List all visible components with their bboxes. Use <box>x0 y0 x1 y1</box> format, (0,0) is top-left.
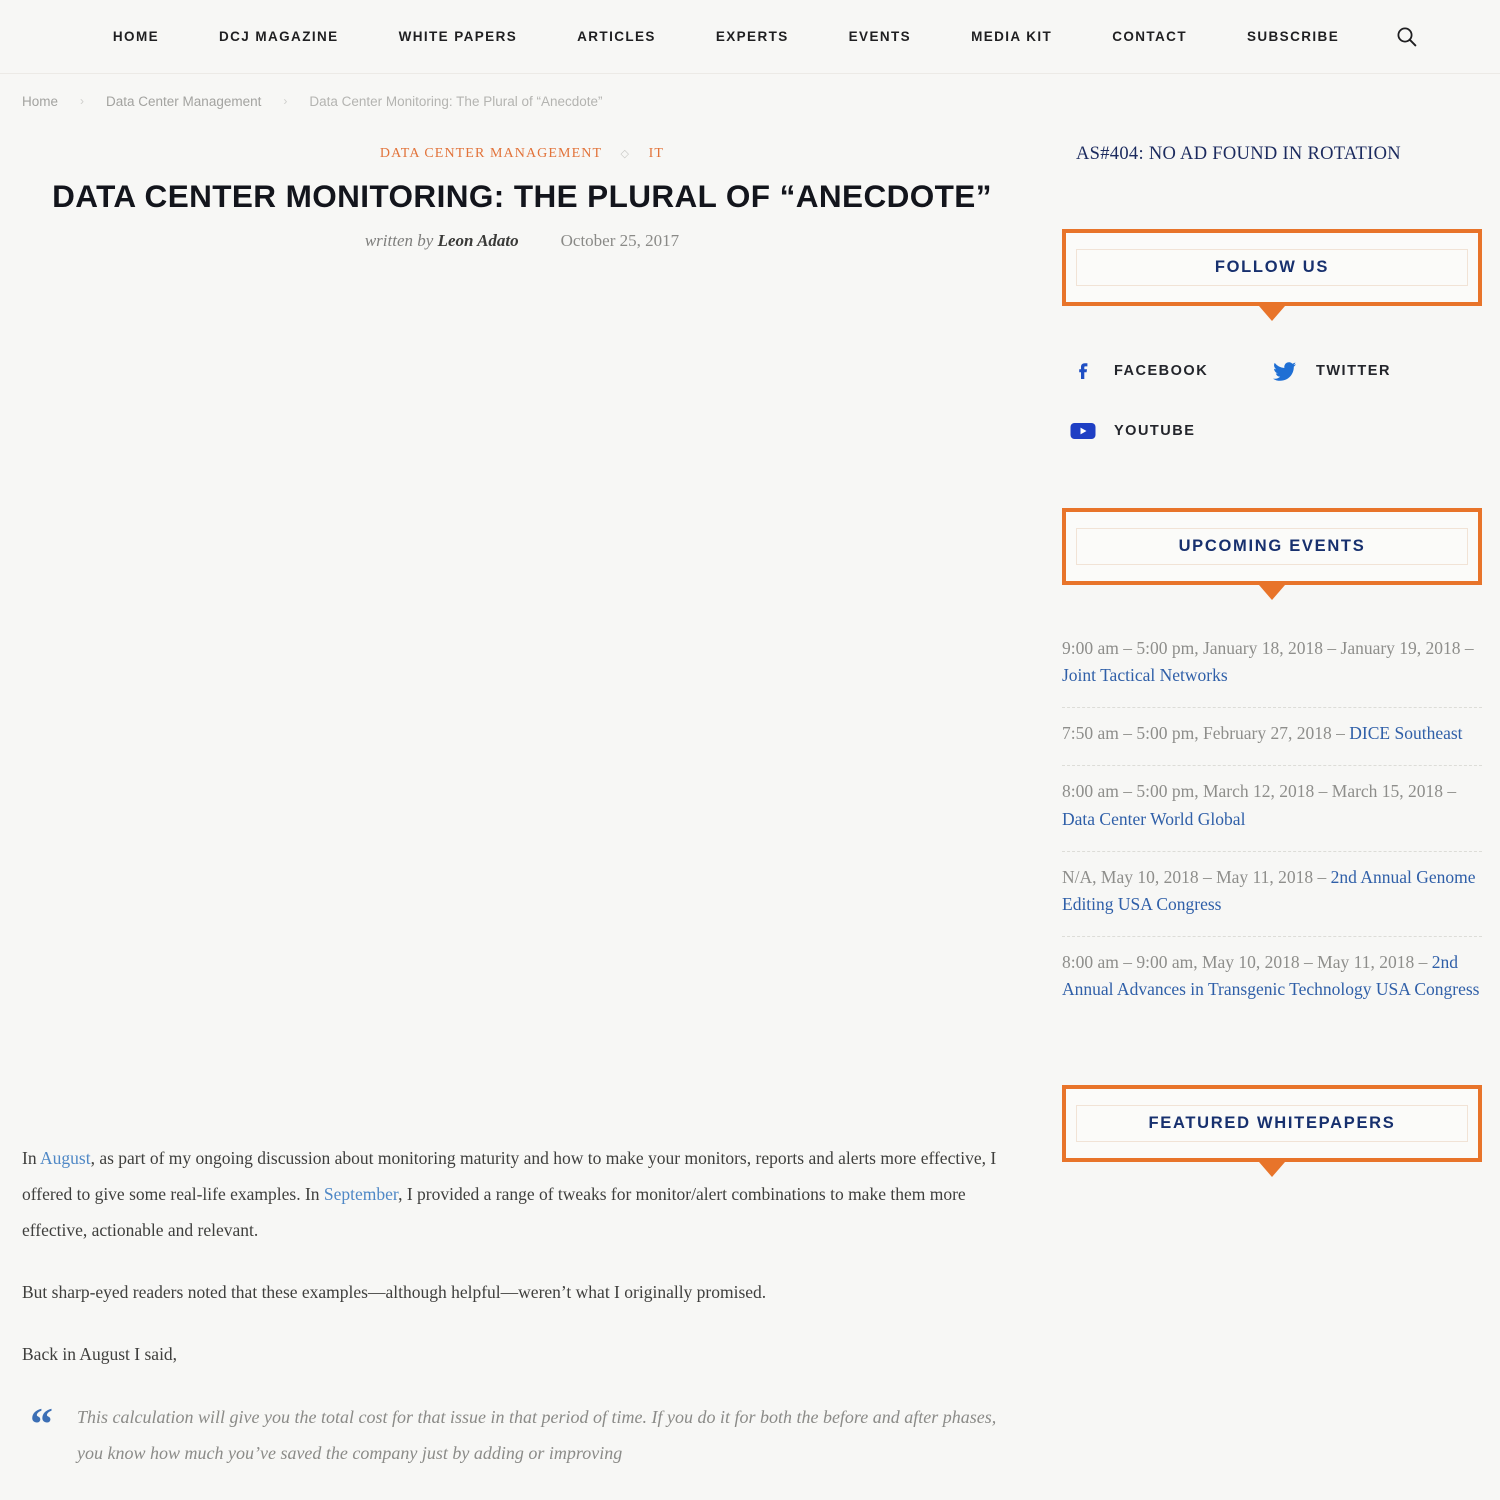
nav-list-item: EVENTS <box>819 28 941 46</box>
article-text: In <box>22 1148 40 1169</box>
event-link[interactable]: Joint Tactical Networks <box>1062 665 1228 685</box>
article-inline-link[interactable]: August <box>40 1148 91 1168</box>
events-list: 9:00 am – 5:00 pm, January 18, 2018 – Ja… <box>1062 623 1482 1021</box>
widget-header-inner: UPCOMING EVENTS <box>1076 528 1468 565</box>
nav-item-white-papers[interactable]: WHITE PAPERS <box>369 29 548 44</box>
article-body: In August, as part of my ongoing discuss… <box>22 1141 1022 1372</box>
article-paragraph: Back in August I said, <box>22 1337 1022 1373</box>
event-list-item: 8:00 am – 5:00 pm, March 12, 2018 – Marc… <box>1062 766 1482 852</box>
article-category-secondary[interactable]: IT <box>649 146 664 161</box>
widget-header: FEATURED WHITEPAPERS <box>1062 1085 1482 1163</box>
ad-slot-notice: AS#404: NO AD FOUND IN ROTATION <box>1076 144 1401 164</box>
featured-image-area <box>22 251 1022 1141</box>
category-divider-icon: ◇ <box>620 148 631 161</box>
widget-header: FOLLOW US <box>1062 229 1482 306</box>
social-label: TWITTER <box>1316 363 1391 379</box>
nav-list-item: MEDIA KIT <box>941 28 1082 46</box>
nav-list: HOME DCJ MAGAZINE WHITE PAPERS ARTICLES EXPE… <box>83 28 1369 46</box>
breadcrumb-current: Data Center Monitoring: The Plural of “A… <box>309 93 603 109</box>
social-label: FACEBOOK <box>1114 363 1209 379</box>
social-link-twitter[interactable]: TWITTER <box>1272 358 1474 384</box>
social-link-facebook[interactable]: FACEBOOK <box>1070 358 1272 384</box>
nav-item-contact[interactable]: CONTACT <box>1082 29 1217 44</box>
widget-upcoming-events: UPCOMING EVENTS 9:00 am – 5:00 pm, Janua… <box>1062 508 1482 1021</box>
breadcrumb-home[interactable]: Home <box>22 94 58 109</box>
publish-date: October 25, 2017 <box>560 231 680 251</box>
article-blockquote: “ This calculation will give you the tot… <box>22 1399 1022 1471</box>
widget-follow-us: FOLLOW US FACEBOOK TWITTER YOUTUBE <box>1062 229 1482 444</box>
event-list-item: 8:00 am – 9:00 am, May 10, 2018 – May 11… <box>1062 937 1482 1021</box>
event-datetime: 7:50 am – 5:00 pm, February 27, 2018 – <box>1062 723 1350 744</box>
event-list-item: 9:00 am – 5:00 pm, January 18, 2018 – Ja… <box>1062 623 1482 709</box>
nav-list-item: CONTACT <box>1082 28 1217 46</box>
nav-item-home[interactable]: HOME <box>83 29 189 44</box>
article-category-line: DATA CENTER MANAGEMENT ◇ IT <box>22 146 1022 162</box>
nav-list-item: SUBSCRIBE <box>1217 28 1369 46</box>
nav-item-events[interactable]: EVENTS <box>819 29 941 44</box>
event-list-item: N/A, May 10, 2018 – May 11, 2018 – 2nd A… <box>1062 852 1482 937</box>
blockquote-text: This calculation will give you the total… <box>77 1406 997 1463</box>
quote-icon: “ <box>30 1397 53 1449</box>
social-link-youtube[interactable]: YOUTUBE <box>1070 418 1272 444</box>
social-links: FACEBOOK TWITTER YOUTUBE <box>1062 358 1482 444</box>
widget-header-inner: FOLLOW US <box>1076 249 1468 286</box>
breadcrumb-separator: › <box>80 94 85 108</box>
widget-title-follow-us: FOLLOW US <box>1214 258 1330 276</box>
breadcrumb-category[interactable]: Data Center Management <box>106 94 261 109</box>
widget-header-inner: FEATURED WHITEPAPERS <box>1076 1105 1468 1143</box>
article-paragraph: In August, as part of my ongoing discuss… <box>22 1141 1022 1249</box>
social-label: YOUTUBE <box>1114 423 1196 439</box>
nav-list-item: WHITE PAPERS <box>369 28 548 46</box>
sidebar: AS#404: NO AD FOUND IN ROTATION FOLLOW U… <box>1062 128 1482 1471</box>
article-byline: written by Leon Adato October 25, 2017 <box>22 231 1022 251</box>
article-category-primary[interactable]: DATA CENTER MANAGEMENT <box>380 146 602 161</box>
nav-list-item: EXPERTS <box>686 28 819 46</box>
byline-group: written by Leon Adato <box>365 231 519 251</box>
facebook-icon <box>1070 358 1096 384</box>
article-text: But sharp-eyed readers noted that these … <box>22 1281 767 1302</box>
widget-header: UPCOMING EVENTS <box>1062 508 1482 585</box>
nav-item-media-kit[interactable]: MEDIA KIT <box>941 29 1082 44</box>
page-title: DATA CENTER MONITORING: THE PLURAL OF “A… <box>52 178 992 214</box>
nav-item-articles[interactable]: ARTICLES <box>547 29 686 44</box>
nav-item-subscribe[interactable]: SUBSCRIBE <box>1217 29 1369 44</box>
nav-item-experts[interactable]: EXPERTS <box>686 29 819 44</box>
nav-list-item: DCJ MAGAZINE <box>189 28 369 46</box>
article-paragraph: But sharp-eyed readers noted that these … <box>22 1275 1022 1311</box>
event-datetime: 8:00 am – 9:00 am, May 10, 2018 – May 11… <box>1062 951 1432 972</box>
article-column: DATA CENTER MANAGEMENT ◇ IT DATA CENTER … <box>22 128 1022 1471</box>
author-link[interactable]: Leon Adato <box>438 231 519 250</box>
article-inline-link[interactable]: September <box>324 1184 398 1204</box>
article-text: Back in August I said, <box>22 1343 178 1364</box>
widget-featured-whitepapers: FEATURED WHITEPAPERS <box>1062 1085 1482 1202</box>
search-icon[interactable] <box>1395 26 1417 48</box>
event-link[interactable]: DICE Southeast <box>1349 723 1462 743</box>
youtube-icon <box>1070 418 1096 444</box>
article-header: DATA CENTER MANAGEMENT ◇ IT DATA CENTER … <box>22 128 1022 251</box>
written-by-label: written by <box>364 231 434 251</box>
breadcrumb-separator: › <box>283 94 288 108</box>
widget-title-upcoming-events: UPCOMING EVENTS <box>1178 537 1366 555</box>
page-layout: DATA CENTER MANAGEMENT ◇ IT DATA CENTER … <box>0 128 1500 1471</box>
breadcrumb: Home › Data Center Management › Data Cen… <box>0 74 1500 128</box>
twitter-icon <box>1272 358 1298 384</box>
event-datetime: 9:00 am – 5:00 pm, January 18, 2018 – Ja… <box>1062 638 1474 658</box>
event-list-item: 7:50 am – 5:00 pm, February 27, 2018 – D… <box>1062 708 1482 767</box>
nav-list-item: HOME <box>83 28 189 46</box>
event-datetime: 8:00 am – 5:00 pm, March 12, 2018 – Marc… <box>1062 781 1457 802</box>
nav-item-dcj-magazine[interactable]: DCJ MAGAZINE <box>189 29 369 44</box>
nav-list-item: ARTICLES <box>547 28 686 46</box>
event-link[interactable]: Data Center World Global <box>1062 809 1245 829</box>
main-navigation: HOME DCJ MAGAZINE WHITE PAPERS ARTICLES EXPE… <box>0 0 1500 74</box>
event-datetime: N/A, May 10, 2018 – May 11, 2018 – <box>1062 866 1331 887</box>
widget-title-featured-whitepapers: FEATURED WHITEPAPERS <box>1148 1114 1396 1133</box>
